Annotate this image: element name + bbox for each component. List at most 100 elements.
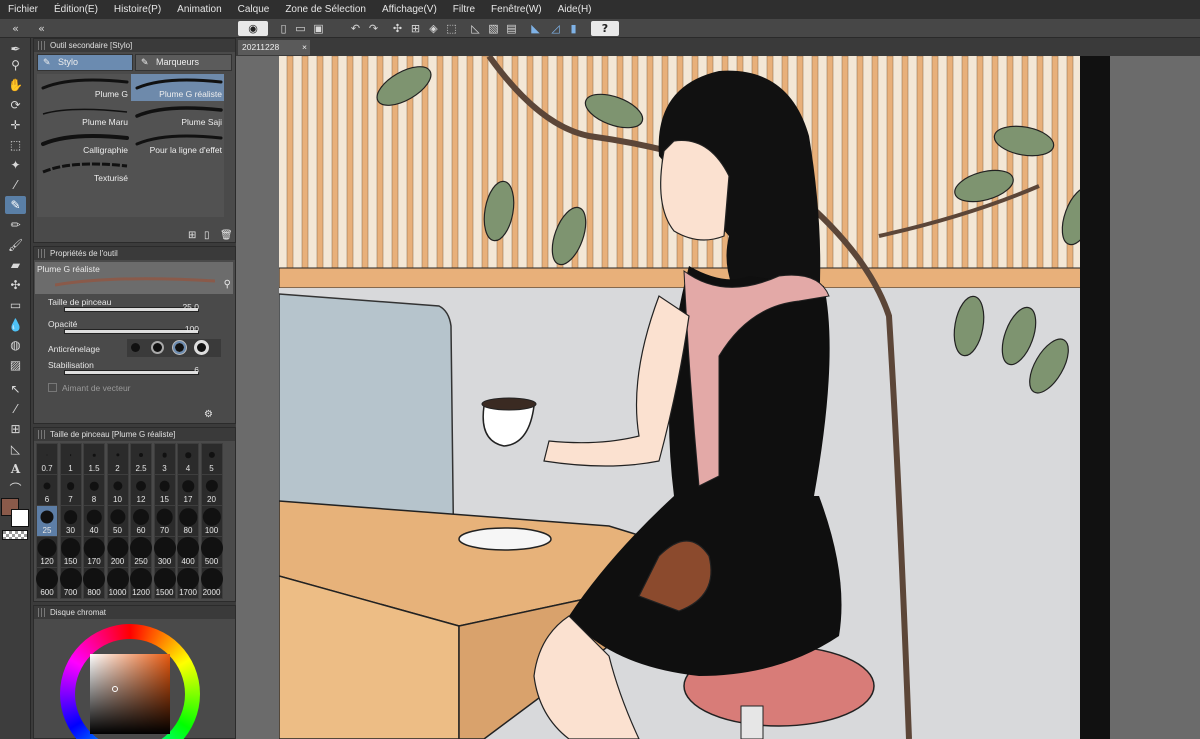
ruler-icon[interactable]: ◣ (528, 21, 543, 36)
brush-plume-g[interactable]: Plume G (37, 74, 130, 101)
vector-icon[interactable]: ▮ (566, 21, 581, 36)
brush-size-option[interactable]: 170 (83, 536, 105, 568)
antialias-medium-option[interactable] (173, 341, 186, 354)
brush-size-option[interactable]: 3 (153, 443, 176, 475)
brush-calligraphie[interactable]: Calligraphie (37, 130, 130, 157)
brush-size-option[interactable]: 1 (59, 443, 82, 475)
balloon-icon[interactable]: ⌒ (5, 480, 26, 498)
brush-plume-g-realiste[interactable]: Plume G réaliste (131, 74, 224, 101)
brush-size-option[interactable]: 0.7 (36, 443, 58, 475)
hand-icon[interactable]: ✋ (5, 76, 26, 94)
brush-size-option[interactable]: 700 (59, 567, 82, 599)
brush-size-option[interactable]: 10 (106, 474, 129, 506)
brush-texturise[interactable]: Texturisé (37, 158, 130, 185)
brush-size-option[interactable]: 250 (130, 536, 152, 568)
menu-aide[interactable]: Aide(H) (550, 4, 600, 15)
brush-size-option[interactable]: 1000 (106, 567, 129, 599)
brush-size-value[interactable]: 25.0 (169, 302, 199, 312)
brush-size-option[interactable]: 7 (59, 474, 82, 506)
new-file-icon[interactable]: ▯ (276, 21, 291, 36)
selection-icon[interactable]: ⬚ (5, 136, 26, 154)
snap-ruler-icon[interactable]: ▧ (486, 21, 501, 36)
pen-icon[interactable]: ✎ (5, 196, 26, 214)
panel-grip-icon[interactable] (38, 41, 46, 50)
sub-color-swatch[interactable] (11, 509, 29, 527)
brush-size-option[interactable]: 12 (130, 474, 152, 506)
tab-stylo[interactable]: ✎ Stylo (37, 54, 133, 71)
brush-size-option[interactable]: 5 (200, 443, 223, 475)
panel-grip-icon[interactable] (38, 608, 46, 617)
undo-icon[interactable]: ↶ (348, 21, 363, 36)
menu-histoire[interactable]: Histoire(P) (106, 4, 169, 15)
collapse-left-icon[interactable]: « (8, 21, 23, 36)
brush-size-option[interactable]: 8 (83, 474, 105, 506)
panel-grip-icon[interactable] (38, 249, 46, 258)
clip-studio-icon[interactable]: ◉ (238, 21, 268, 36)
brush-size-option[interactable]: 60 (130, 505, 152, 537)
transparent-color-swatch[interactable] (2, 530, 28, 540)
brush-size-option[interactable]: 1.5 (83, 443, 105, 475)
menu-zone-selection[interactable]: Zone de Sélection (277, 4, 374, 15)
text-icon[interactable]: A (5, 460, 26, 478)
brush-size-option[interactable]: 70 (153, 505, 176, 537)
eraser-icon[interactable]: ▭ (5, 296, 26, 314)
opacity-value[interactable]: 100 (169, 324, 199, 334)
brush-size-option[interactable]: 120 (36, 536, 58, 568)
saturation-value-square[interactable] (90, 654, 170, 734)
search-icon[interactable]: ⚲ (224, 279, 231, 290)
brush-size-option[interactable]: 400 (177, 536, 199, 568)
cursor-icon[interactable]: ↖ (5, 380, 26, 398)
antialias-none-option[interactable] (131, 343, 140, 352)
redo-icon[interactable]: ↷ (366, 21, 381, 36)
menu-animation[interactable]: Animation (169, 4, 229, 15)
menu-calque[interactable]: Calque (230, 4, 278, 15)
snap-icon[interactable]: ◺ (468, 21, 483, 36)
menu-affichage[interactable]: Affichage(V) (374, 4, 445, 15)
settings-icon[interactable]: ⊞ (188, 230, 196, 241)
ruler-tool-icon[interactable]: ◺ (5, 440, 26, 458)
fill-icon[interactable]: ◈ (426, 21, 441, 36)
brush-icon[interactable]: 🖌 (5, 236, 26, 254)
menu-fichier[interactable]: Fichier (0, 4, 46, 15)
vector-magnet-checkbox[interactable] (48, 383, 57, 392)
menu-fenetre[interactable]: Fenêtre(W) (483, 4, 550, 15)
figure-icon[interactable]: ⁄ (5, 400, 26, 418)
antialias-options[interactable] (127, 339, 221, 357)
collapse-panel-icon[interactable]: « (34, 21, 49, 36)
rotate-icon[interactable]: ⟳ (5, 96, 26, 114)
gradient-icon[interactable]: ▨ (5, 356, 26, 374)
brush-size-option[interactable]: 1500 (153, 567, 176, 599)
transform-icon[interactable]: ⬚ (444, 21, 459, 36)
brush-ligne-effet[interactable]: Pour la ligne d'effet (131, 130, 224, 157)
brush-size-option[interactable]: 17 (177, 474, 199, 506)
menu-edition[interactable]: Édition(E) (46, 4, 106, 15)
zoom-icon[interactable]: ⚲ (5, 56, 26, 74)
blend-icon[interactable]: 💧 (5, 316, 26, 334)
brush-size-option[interactable]: 1200 (130, 567, 152, 599)
document-tab[interactable]: 20211228 × (238, 40, 310, 55)
brush-size-option[interactable]: 100 (200, 505, 223, 537)
brush-size-option[interactable]: 6 (36, 474, 58, 506)
tab-marqueurs[interactable]: ✎ Marqueurs (135, 54, 232, 71)
fill-tool-icon[interactable]: ◍ (5, 336, 26, 354)
brush-size-option[interactable]: 200 (106, 536, 129, 568)
airbrush-icon[interactable]: ▰ (5, 256, 26, 274)
help-icon[interactable]: ? (591, 21, 619, 36)
brush-size-option[interactable]: 1700 (177, 567, 199, 599)
trash-icon[interactable]: 🗑 (220, 230, 233, 241)
stabilization-value[interactable]: 6 (169, 365, 199, 375)
frame-icon[interactable]: ⊞ (5, 420, 26, 438)
copy-icon[interactable]: ▯ (204, 230, 210, 241)
brush-size-option[interactable]: 2.5 (130, 443, 152, 475)
brush-size-option[interactable]: 25 (36, 505, 58, 537)
brush-size-option[interactable]: 2 (106, 443, 129, 475)
brush-size-option[interactable]: 800 (83, 567, 105, 599)
canvas-artwork[interactable] (279, 56, 1109, 739)
panel-grip-icon[interactable] (38, 430, 46, 439)
menu-filtre[interactable]: Filtre (445, 4, 483, 15)
brush-size-option[interactable]: 15 (153, 474, 176, 506)
antialias-high-option[interactable] (197, 343, 206, 352)
brush-size-option[interactable]: 50 (106, 505, 129, 537)
antialias-low-option[interactable] (153, 343, 162, 352)
brush-plume-maru[interactable]: Plume Maru (37, 102, 130, 129)
